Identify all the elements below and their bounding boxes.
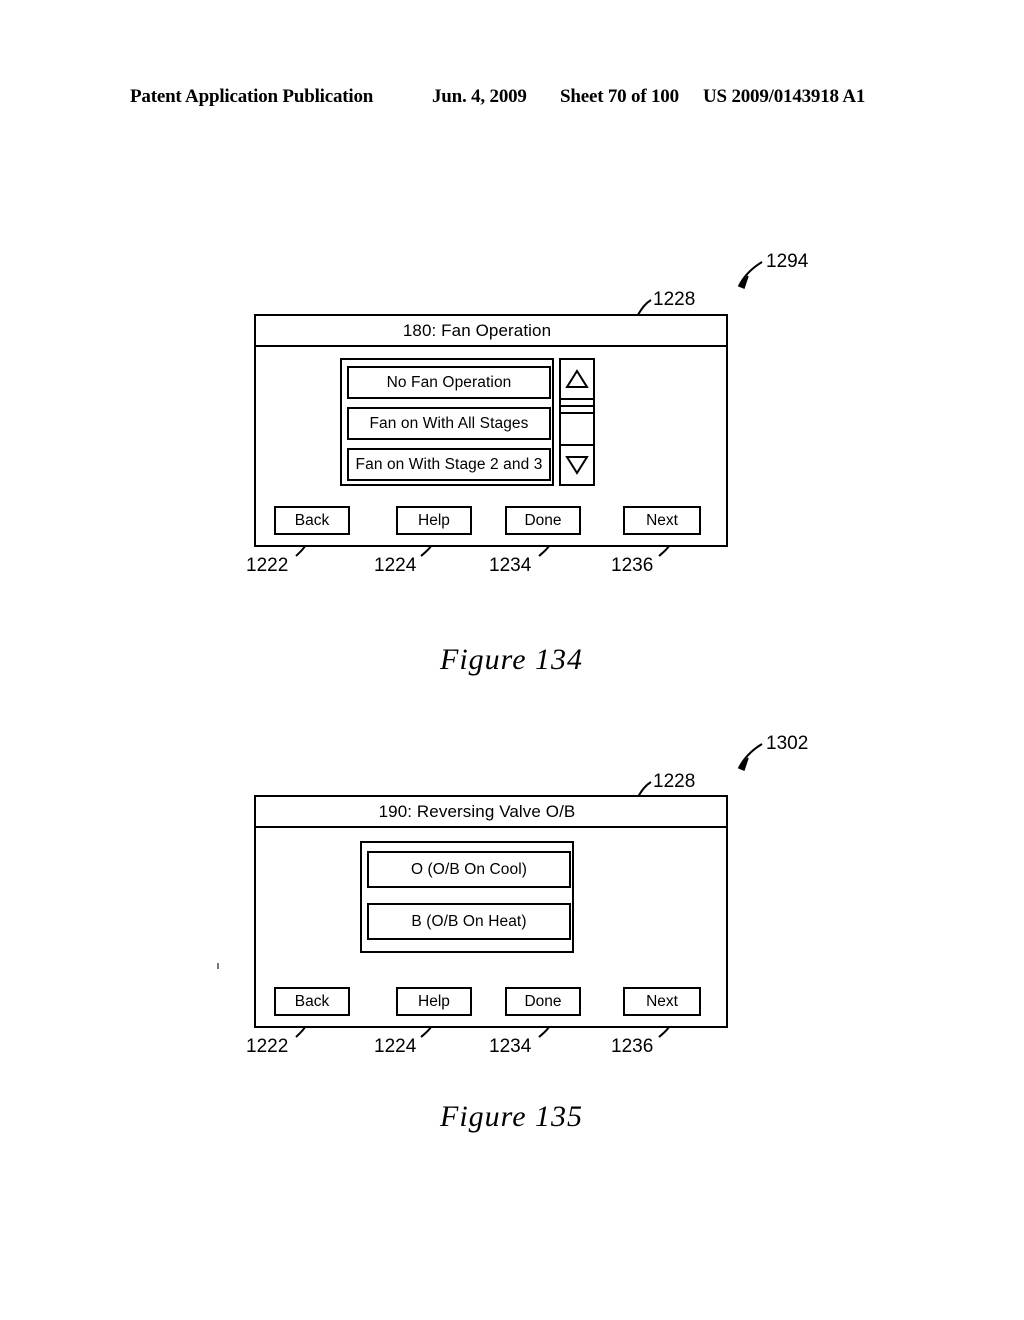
done-button-label: Done [524, 992, 562, 1010]
ref-number-1302: 1302 [766, 733, 809, 754]
screen-titlebar: 190: Reversing Valve O/B [256, 797, 726, 828]
ref-number-1236-fig135: 1236 [611, 1036, 654, 1057]
next-button[interactable]: Next [623, 987, 701, 1016]
thermostat-screen-reversing-valve: 190: Reversing Valve O/B O (O/B On Cool)… [254, 795, 728, 1028]
ref-number-1234-fig135: 1234 [489, 1036, 532, 1057]
back-button[interactable]: Back [274, 987, 350, 1016]
list-item-b-ob-on-heat[interactable]: B (O/B On Heat) [367, 903, 571, 940]
list-item-label: O (O/B On Cool) [410, 860, 528, 878]
list-item-label: B (O/B On Heat) [411, 912, 527, 930]
ref-number-1222-fig135: 1222 [246, 1036, 289, 1057]
back-button-label: Back [294, 992, 330, 1010]
ref-number-1224-fig135: 1224 [374, 1036, 417, 1057]
help-button-label: Help [418, 992, 450, 1010]
figure-135-caption: Figure 135 [440, 1100, 584, 1133]
option-list: O (O/B On Cool) B (O/B On Heat) [360, 841, 574, 953]
list-item-o-ob-on-cool[interactable]: O (O/B On Cool) [367, 851, 571, 888]
ref-number-1228-fig135: 1228 [653, 771, 696, 792]
help-button[interactable]: Help [396, 987, 472, 1016]
figure-135: 1302 1228 1304 1306 1222 1224 1234 1236 … [0, 0, 1024, 1200]
screen-title: 190: Reversing Valve O/B [378, 801, 576, 821]
done-button[interactable]: Done [505, 987, 581, 1016]
next-button-label: Next [646, 992, 678, 1010]
